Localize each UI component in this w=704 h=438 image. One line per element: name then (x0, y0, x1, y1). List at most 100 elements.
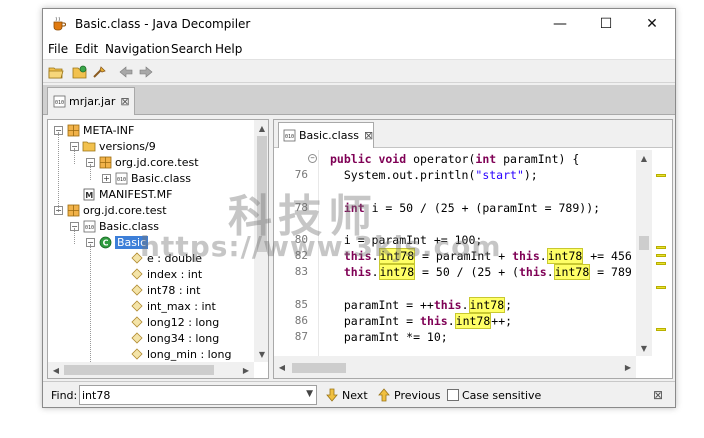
title-bar: Basic.class - Java Decompiler — ☐ ✕ (43, 9, 675, 39)
menu-search[interactable]: Search (171, 42, 212, 56)
package-tree-panel: − META-INF − versions/9− org.jd.core.test +01… (47, 119, 269, 379)
occurrence-marker[interactable] (656, 246, 666, 249)
tree-node[interactable]: long34 : long (118, 330, 219, 346)
code-token: = paramInt + (415, 249, 513, 264)
menu-navigation[interactable]: Navigation (105, 42, 170, 56)
class-icon: C (98, 235, 112, 249)
occurrence-markers (654, 150, 670, 356)
tree-node[interactable]: +010 Basic.class (102, 170, 191, 186)
checkbox-box[interactable] (447, 389, 459, 401)
tree-node[interactable]: int78 : int (118, 282, 200, 298)
scroll-up-icon[interactable]: ▲ (254, 120, 268, 136)
expand-icon[interactable]: + (102, 173, 111, 183)
tree-node[interactable]: −010 Basic.class (70, 218, 159, 234)
folder-icon (82, 139, 96, 153)
search-match: int78 (553, 264, 591, 281)
back-icon[interactable] (117, 63, 135, 81)
scroll-right-icon[interactable]: ▶ (238, 362, 254, 378)
tree-node[interactable]: e : double (118, 250, 202, 266)
fold-icon[interactable]: − (308, 154, 317, 163)
menu-file[interactable]: File (48, 42, 68, 56)
tree-node-label: Basic.class (99, 219, 159, 233)
chevron-down-icon[interactable]: ▼ (306, 389, 313, 399)
tree-vertical-scrollbar[interactable]: ▲ ▼ (254, 120, 268, 362)
tab-close-icon[interactable]: ⊠ (364, 129, 373, 142)
package-tree[interactable]: − META-INF − versions/9− org.jd.core.test +01… (48, 120, 254, 362)
tree-node-label: int78 : int (147, 283, 201, 297)
tree-horizontal-scrollbar[interactable]: ◀ ▶ (48, 362, 254, 378)
scroll-thumb[interactable] (64, 365, 214, 375)
scroll-left-icon[interactable]: ◀ (274, 359, 290, 375)
code-token: . (546, 265, 554, 280)
field-icon (130, 331, 144, 345)
code-line: 86 paramInt = this.int78++; (274, 313, 636, 330)
occurrence-marker[interactable] (656, 262, 666, 265)
case-sensitive-checkbox[interactable]: Case sensitive (447, 386, 541, 404)
code-text: this.int78 = paramInt + this.int78 += 45… (330, 248, 632, 265)
forward-icon[interactable] (137, 63, 155, 81)
tab-close-icon[interactable]: ⊠ (120, 95, 129, 108)
line-number: 76 (294, 168, 308, 182)
close-button[interactable]: ✕ (629, 9, 675, 39)
code-line: 78 int i = 50 / (25 + (paramInt = 789)); (274, 201, 636, 217)
search-match: int78 (378, 264, 416, 281)
code-token: System.out.println( (330, 168, 476, 183)
tab-basic-class[interactable]: 010 Basic.class ⊠ (278, 122, 374, 148)
occurrence-marker[interactable] (656, 286, 666, 289)
code-token: ); (523, 168, 538, 183)
scroll-thumb[interactable] (292, 363, 346, 373)
next-button[interactable]: Next (325, 386, 368, 404)
code-token: paramInt) { (496, 152, 580, 166)
scroll-up-icon[interactable]: ▲ (636, 150, 652, 166)
scroll-thumb[interactable] (639, 236, 649, 250)
occurrence-marker[interactable] (656, 328, 666, 331)
menu-edit[interactable]: Edit (75, 42, 98, 56)
editor-horizontal-scrollbar[interactable]: ◀ ▶ (274, 356, 636, 378)
code-text: public void operator(int paramInt) { (330, 152, 579, 166)
tree-node[interactable]: long_min : long (118, 346, 231, 362)
tree-guide-line (90, 244, 91, 362)
code-line: 82 this.int78 = paramInt + this.int78 +=… (274, 248, 636, 265)
scroll-thumb[interactable] (257, 136, 267, 252)
code-text: paramInt *= 10; (330, 330, 448, 344)
editor-panel: 010 Basic.class ⊠ − public void operator(… (273, 119, 673, 379)
tree-node[interactable]: − C Basic (86, 234, 149, 250)
scroll-down-icon[interactable]: ▼ (254, 346, 268, 362)
field-icon (130, 315, 144, 329)
open-type-icon[interactable] (71, 63, 89, 81)
menu-help[interactable]: Help (215, 42, 242, 56)
tree-node[interactable]: − versions/9 (70, 138, 156, 154)
code-token: i = paramInt += 100; (330, 233, 483, 247)
occurrence-marker[interactable] (656, 254, 666, 257)
tree-node[interactable]: int_max : int (118, 298, 216, 314)
find-close-icon[interactable]: ⊠ (653, 388, 663, 402)
scroll-left-icon[interactable]: ◀ (48, 362, 64, 378)
occurrence-marker[interactable] (656, 174, 666, 177)
previous-button[interactable]: Previous (377, 386, 441, 404)
tree-node-label: Basic (115, 235, 149, 249)
tree-node[interactable]: − org.jd.core.test (54, 202, 167, 218)
tree-node[interactable]: M MANIFEST.MF (70, 186, 172, 202)
find-label: Find: (51, 389, 78, 402)
search-icon[interactable] (91, 63, 109, 81)
editor-vertical-scrollbar[interactable]: ▲ ▼ (636, 150, 652, 356)
tree-guide-line (74, 228, 75, 244)
code-line: 80 i = paramInt += 100; (274, 233, 636, 249)
tree-node[interactable]: long12 : long (118, 314, 219, 330)
tree-node[interactable]: − org.jd.core.test (86, 154, 199, 170)
scroll-right-icon[interactable]: ▶ (620, 359, 636, 375)
minimize-button[interactable]: — (537, 9, 583, 39)
scroll-down-icon[interactable]: ▼ (636, 340, 652, 356)
tab-mrjar[interactable]: 010 mrjar.jar ⊠ (47, 87, 135, 115)
tree-node[interactable]: − META-INF (54, 122, 134, 138)
svg-text:010: 010 (285, 134, 294, 140)
find-combo[interactable]: ▼ (79, 385, 317, 405)
tree-node[interactable]: index : int (118, 266, 202, 282)
tab-label: mrjar.jar (69, 95, 116, 108)
open-file-icon[interactable] (47, 63, 65, 81)
find-input[interactable] (82, 387, 292, 403)
field-icon (130, 283, 144, 297)
maximize-button[interactable]: ☐ (583, 9, 629, 39)
code-view[interactable]: − public void operator(int paramInt) {76 … (274, 150, 636, 356)
